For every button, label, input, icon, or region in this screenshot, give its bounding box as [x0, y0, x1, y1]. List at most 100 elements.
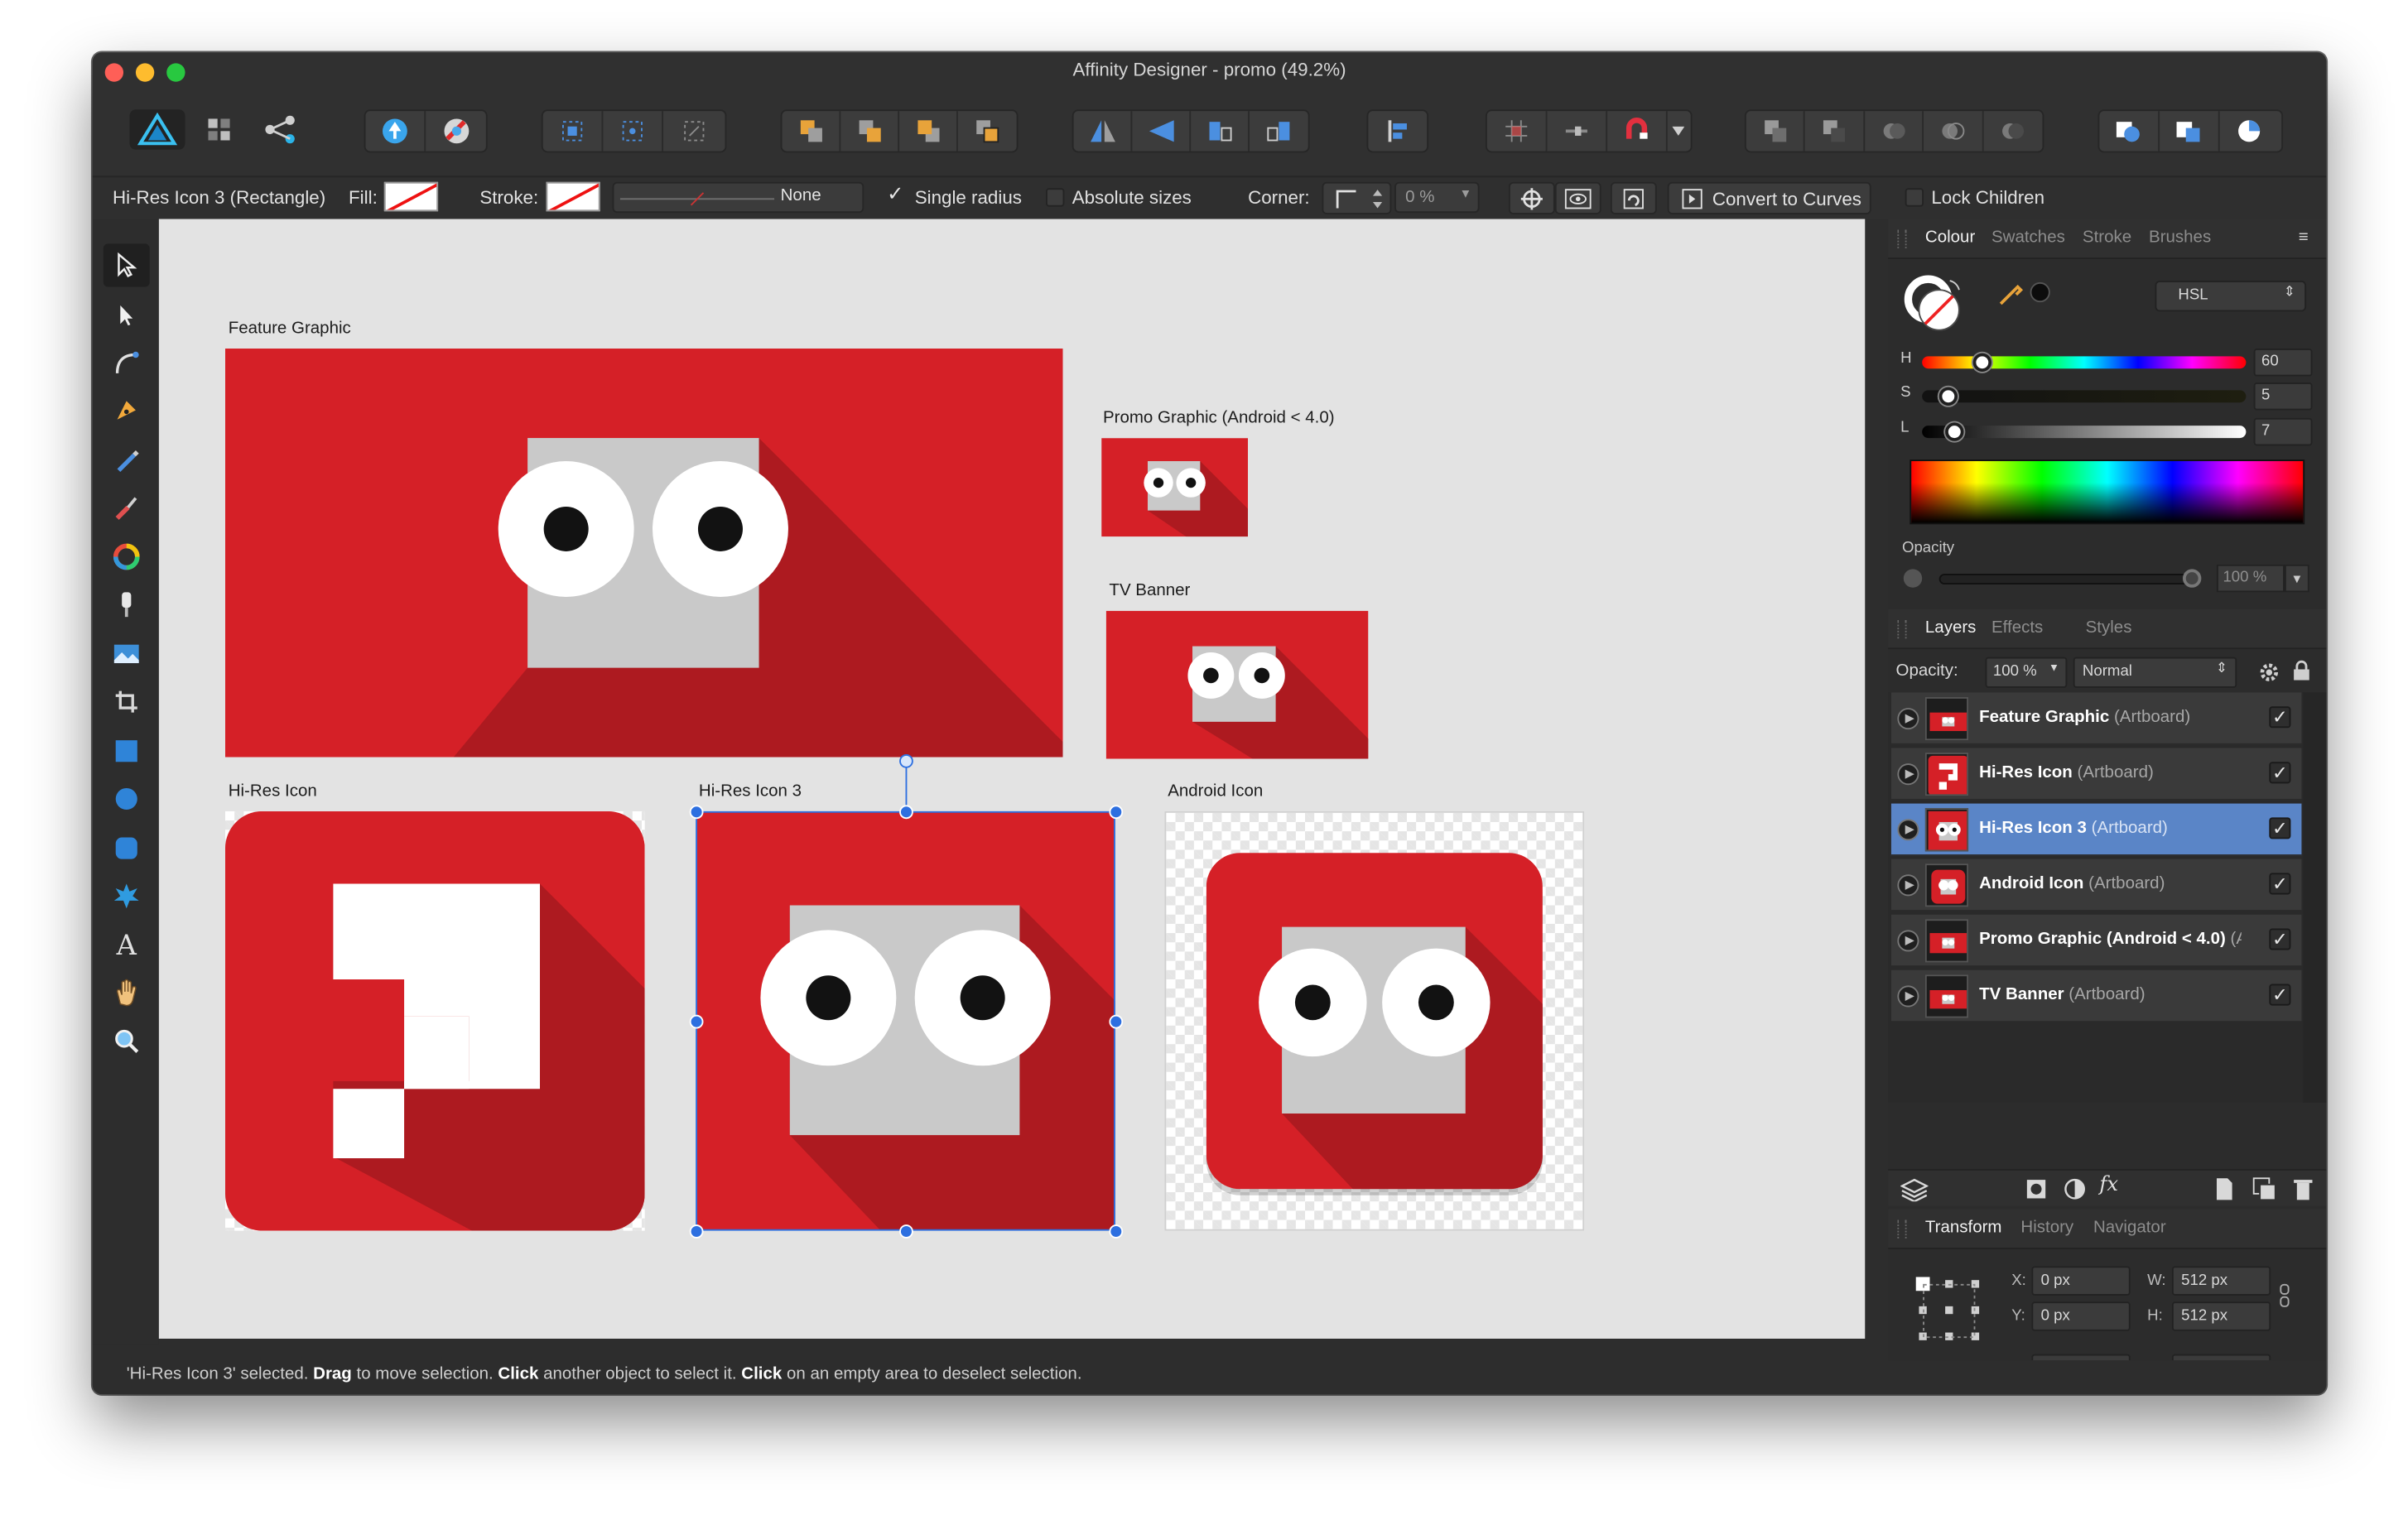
pen-tool-icon[interactable] [104, 388, 150, 431]
rotate-left-icon[interactable] [1191, 111, 1250, 152]
lock-icon[interactable] [2292, 660, 2310, 681]
transform-grip[interactable] [1897, 1219, 1907, 1239]
handle-top-left[interactable] [688, 804, 703, 819]
tab-colour[interactable]: Colour [1925, 228, 1975, 247]
picked-colour-swatch[interactable] [2030, 281, 2050, 303]
grid-snap-icon[interactable] [1487, 111, 1548, 152]
move-to-back-icon[interactable] [782, 111, 841, 152]
insert-inside-icon[interactable] [2160, 111, 2220, 152]
link-aspect-icon[interactable] [2279, 1283, 2291, 1308]
text-tool-icon[interactable]: A [104, 924, 150, 967]
layer-row[interactable]: Hi-Res Icon (Artboard) ✓ [1890, 748, 2302, 801]
opacity-dropdown-icon[interactable]: ▼ [2284, 564, 2309, 593]
snapping-dropdown-icon[interactable] [1668, 111, 1689, 151]
preview-eye-button[interactable] [1554, 181, 1601, 214]
layer-opacity-dropdown[interactable]: 100 % ▼ [1985, 657, 2068, 688]
layers-stack-icon[interactable] [1900, 1176, 1929, 1202]
lock-children-checkbox[interactable] [1905, 188, 1924, 207]
layers-scrollbar[interactable] [2303, 692, 2327, 1103]
expand-arrow-icon[interactable] [1897, 930, 1919, 952]
layer-visibility-checkbox[interactable]: ✓ [2269, 817, 2291, 839]
insert-behind-icon[interactable] [2099, 111, 2160, 152]
zoom-tool-icon[interactable] [104, 1019, 150, 1062]
s-value[interactable]: 5 [2253, 382, 2313, 411]
pixel-persona-icon[interactable] [191, 109, 247, 149]
crop-tool-icon[interactable] [104, 681, 150, 724]
insert-top-icon[interactable] [2220, 111, 2280, 151]
align-left-icon[interactable] [1368, 111, 1427, 151]
expand-arrow-icon[interactable] [1897, 708, 1919, 730]
layer-settings-gear-icon[interactable] [2258, 661, 2280, 683]
artboard-promo-graphic[interactable] [1101, 438, 1249, 537]
move-tool-icon[interactable] [103, 243, 150, 287]
layer-row[interactable]: Hi-Res Icon 3 (Artboard) ✓ [1890, 803, 2302, 856]
mask-layer-icon[interactable] [2025, 1178, 2047, 1200]
boolean-divide-icon[interactable] [1983, 111, 2043, 151]
vector-brush-tool-icon[interactable] [104, 486, 150, 529]
hue-slider[interactable] [1922, 356, 2247, 369]
anchor-point-selector[interactable] [1913, 1274, 1987, 1348]
fx-effects-icon[interactable]: fx [2099, 1174, 2118, 1197]
handle-bottom-center[interactable] [898, 1224, 913, 1238]
tab-swatches[interactable]: Swatches [1991, 228, 2065, 247]
assistant-icon[interactable] [366, 111, 426, 152]
single-radius-checkbox[interactable]: ✓ [887, 182, 903, 207]
corner-value-field[interactable]: 0 % ▼ [1394, 181, 1480, 214]
tab-brushes[interactable]: Brushes [2149, 228, 2211, 247]
export-persona-icon[interactable] [253, 109, 309, 149]
tab-stroke[interactable]: Stroke [2083, 228, 2131, 247]
panel-menu-icon[interactable]: ≡ [2299, 228, 2309, 247]
transform-origin-icon[interactable] [603, 111, 664, 152]
flip-horizontal-icon[interactable] [1074, 111, 1133, 152]
canvas[interactable]: Feature Graphic Promo Graphic (Android <… [158, 219, 1866, 1339]
rotate-right-icon[interactable] [1250, 111, 1308, 151]
shape-tools-icon[interactable] [104, 874, 150, 917]
layer-visibility-checkbox[interactable]: ✓ [2269, 984, 2291, 1006]
move-to-front-icon[interactable] [958, 111, 1017, 151]
handle-bottom-right[interactable] [1108, 1224, 1123, 1238]
layer-visibility-checkbox[interactable]: ✓ [2269, 873, 2291, 895]
node-tool-icon[interactable] [104, 293, 150, 336]
ellipse-tool-icon[interactable] [104, 777, 150, 820]
panel-grip[interactable] [1897, 229, 1907, 248]
handle-top-center[interactable] [898, 804, 913, 819]
handle-top-right[interactable] [1108, 804, 1123, 819]
absolute-sizes-checkbox[interactable] [1046, 188, 1065, 207]
layer-row[interactable]: TV Banner (Artboard) ✓ [1890, 969, 2302, 1023]
artboard-hi-res-icon-3[interactable] [696, 811, 1115, 1231]
adjustment-icon[interactable] [2064, 1178, 2086, 1200]
designer-persona-icon[interactable] [129, 109, 185, 150]
lightness-slider-knob[interactable] [1945, 422, 1964, 441]
opacity-slider-knob[interactable] [2183, 569, 2202, 588]
pencil-tool-icon[interactable] [104, 438, 150, 481]
artboard-tv-banner[interactable] [1105, 610, 1369, 759]
layer-row[interactable]: Android Icon (Artboard) ✓ [1890, 859, 2302, 912]
rotate-reset-button[interactable] [1610, 181, 1657, 214]
transparency-tool-icon[interactable] [104, 583, 150, 626]
boolean-add-icon[interactable] [1746, 111, 1806, 152]
opacity-slider[interactable] [1938, 573, 2193, 585]
expand-arrow-icon[interactable] [1897, 819, 1919, 841]
rounded-rectangle-tool-icon[interactable] [104, 827, 150, 870]
move-forward-one-icon[interactable] [899, 111, 958, 152]
tab-effects[interactable]: Effects [1991, 618, 2043, 637]
bounding-box-select-icon[interactable] [543, 111, 604, 152]
move-back-one-icon[interactable] [840, 111, 900, 152]
delete-layer-icon[interactable] [2292, 1176, 2314, 1201]
fill-tool-icon[interactable] [104, 535, 150, 578]
handle-bottom-left[interactable] [688, 1224, 703, 1238]
tab-transform[interactable]: Transform [1925, 1219, 2002, 1237]
opacity-value-field[interactable]: 100 % [2216, 564, 2285, 593]
eyedropper-icon[interactable] [1996, 281, 2027, 309]
x-field[interactable]: 0 px [2031, 1266, 2131, 1296]
layers-grip[interactable] [1897, 619, 1907, 639]
blend-mode-dropdown[interactable]: Normal ⇕ [2073, 657, 2237, 688]
boolean-xor-icon[interactable] [1924, 111, 1983, 152]
lightness-slider[interactable] [1922, 426, 2247, 439]
expand-arrow-icon[interactable] [1897, 763, 1919, 786]
tab-styles[interactable]: Styles [2086, 618, 2132, 637]
handle-middle-left[interactable] [688, 1013, 703, 1028]
rotate-box-icon[interactable] [663, 111, 724, 151]
y-field[interactable]: 0 px [2031, 1301, 2131, 1331]
fill-stroke-selector-icon[interactable] [1904, 275, 1977, 337]
